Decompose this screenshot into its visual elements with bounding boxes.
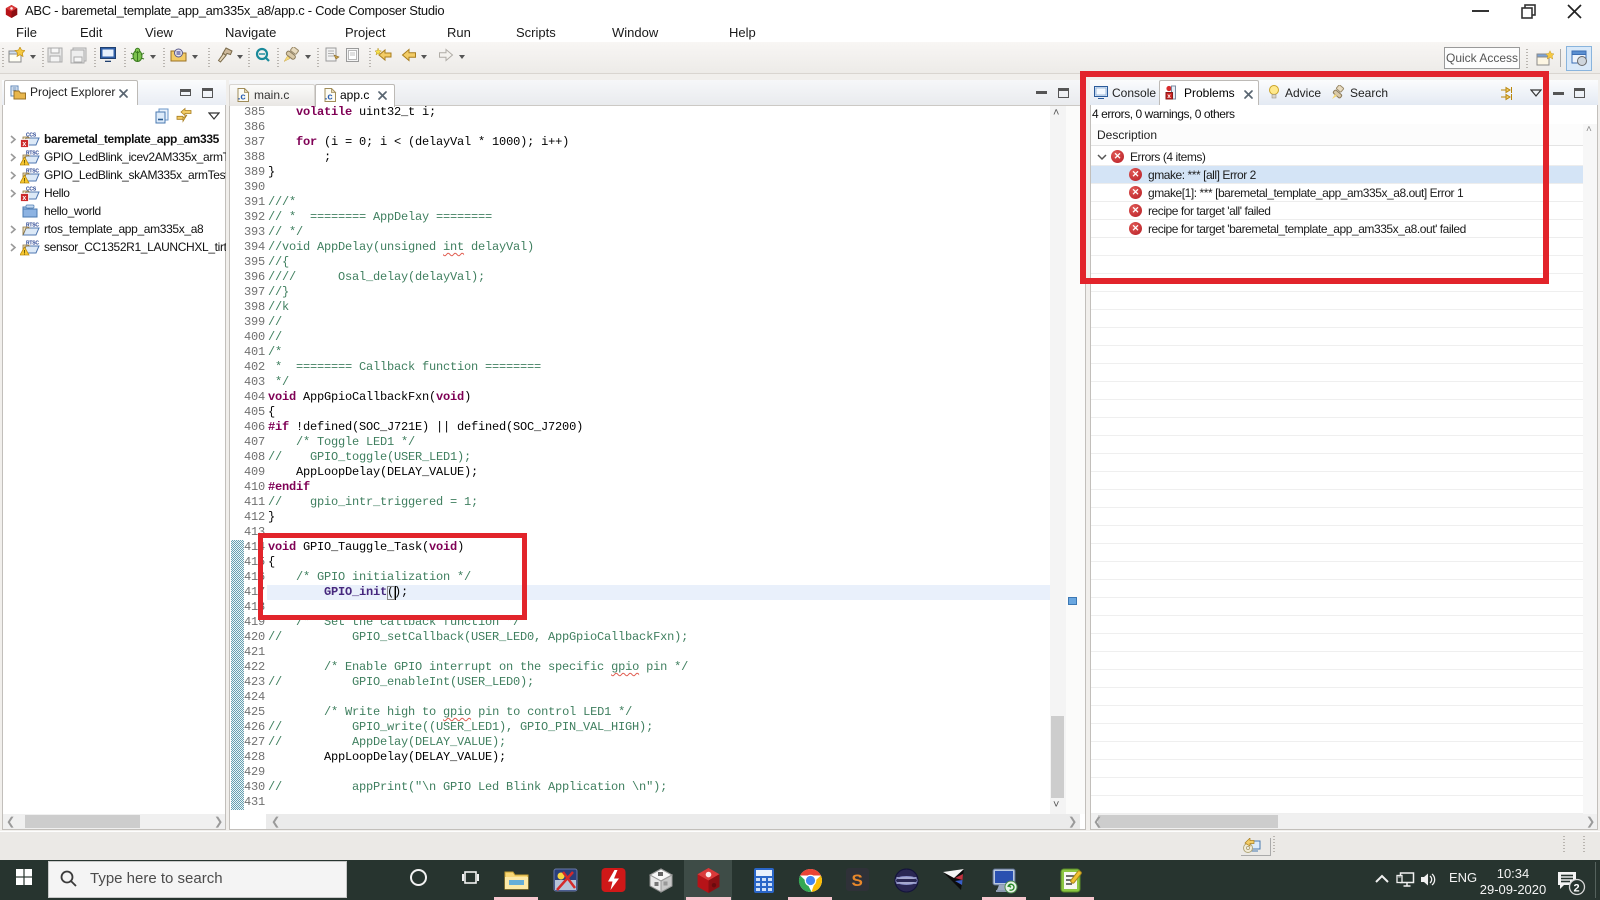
- svg-text:RTSC: RTSC: [26, 223, 39, 229]
- svg-text:RTSC: RTSC: [26, 241, 39, 247]
- svg-text:x: x: [22, 195, 26, 202]
- svg-text:x: x: [22, 141, 26, 148]
- svg-text:!: !: [23, 249, 25, 256]
- svg-text:RTSC: RTSC: [26, 169, 39, 175]
- svg-text:CCS: CCS: [26, 133, 37, 139]
- svg-text:!: !: [23, 159, 25, 166]
- svg-text:CCS: CCS: [26, 187, 37, 193]
- svg-text:!: !: [23, 177, 25, 184]
- svg-text:RTSC: RTSC: [26, 151, 39, 157]
- svg-text:.c: .c: [238, 92, 246, 103]
- svg-text:.c: .c: [325, 92, 333, 103]
- svg-text:2: 2: [1574, 883, 1580, 895]
- svg-text:S: S: [852, 871, 863, 890]
